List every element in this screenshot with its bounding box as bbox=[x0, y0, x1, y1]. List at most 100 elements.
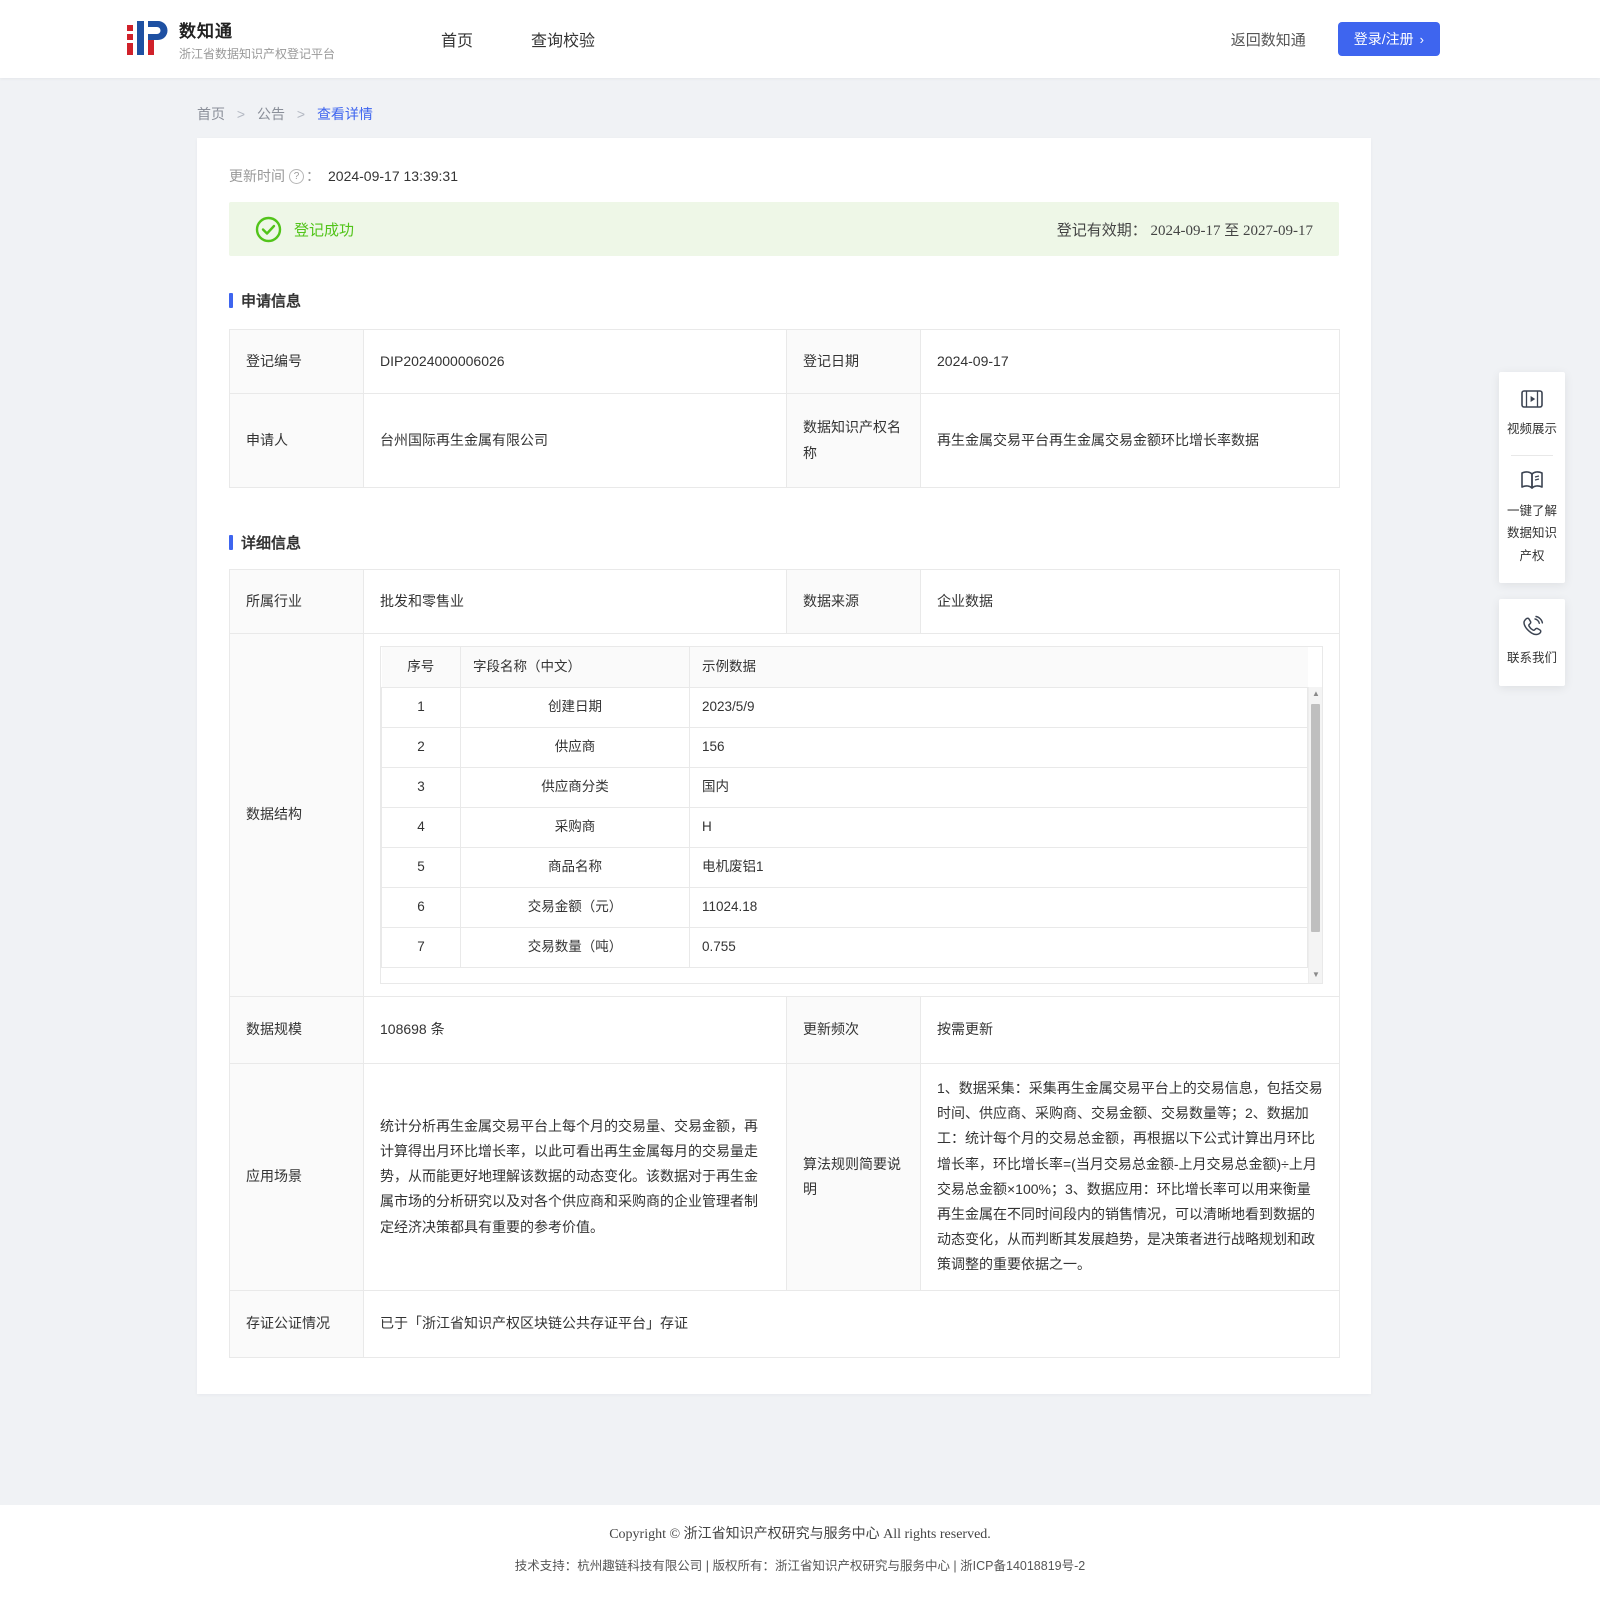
evidence-value: 已于「浙江省知识产权区块链公共存证平台」存证 bbox=[363, 1289, 1340, 1358]
cell-seq: 5 bbox=[381, 846, 461, 888]
industry-value: 批发和零售业 bbox=[363, 569, 787, 634]
update-time-value: 2024-09-17 13:39:31 bbox=[328, 168, 458, 184]
check-circle-icon bbox=[255, 216, 282, 242]
cell-seq: 4 bbox=[381, 806, 461, 848]
breadcrumb-announcements[interactable]: 公告 bbox=[257, 106, 285, 122]
col-sample-header: 示例数据 bbox=[689, 647, 1308, 688]
source-value: 企业数据 bbox=[920, 569, 1340, 634]
cell-field: 采购商 bbox=[460, 806, 690, 848]
chevron-right-icon: › bbox=[1419, 31, 1424, 47]
app-subtitle: 浙江省数据知识产权登记平台 bbox=[179, 46, 336, 61]
algorithm-value: 1、数据采集：采集再生金属交易平台上的交易信息，包括交易时间、供应商、采购商、交… bbox=[920, 1063, 1340, 1291]
book-icon bbox=[1521, 470, 1543, 489]
cell-seq: 6 bbox=[381, 886, 461, 928]
cell-seq: 7 bbox=[381, 926, 461, 968]
question-circle-icon[interactable]: ? bbox=[289, 168, 304, 184]
structure-label: 数据结构 bbox=[229, 633, 364, 997]
table-row: 存证公证情况 已于「浙江省知识产权区块链公共存证平台」存证 bbox=[229, 1289, 1340, 1358]
learn-dip-label: 一键了解数据知识产权 bbox=[1506, 503, 1557, 563]
login-register-button[interactable]: 登录/注册 › bbox=[1337, 22, 1440, 56]
cell-field: 创建日期 bbox=[460, 686, 690, 728]
cell-field: 交易金额（元） bbox=[460, 886, 690, 928]
table-row: 数据结构 序号 字段名称（中文） 示例数据 1 创建日期 2023/5/9 2 … bbox=[229, 633, 1340, 997]
reg-no-value: DIP2024000006026 bbox=[363, 329, 787, 394]
cell-sample: 0.755 bbox=[689, 926, 1308, 968]
update-time-colon: ： bbox=[306, 168, 320, 184]
structure-header-row: 序号 字段名称（中文） 示例数据 bbox=[381, 647, 1308, 688]
scale-label: 数据规模 bbox=[229, 996, 364, 1064]
video-icon bbox=[1521, 390, 1543, 408]
breadcrumb-separator: > bbox=[236, 106, 246, 122]
cell-seq: 2 bbox=[381, 726, 461, 768]
col-field-header: 字段名称（中文） bbox=[460, 647, 690, 688]
contact-us-item[interactable]: 联系我们 bbox=[1499, 599, 1565, 686]
side-card-top: 视频展示 一键了解数据知识产权 bbox=[1499, 372, 1565, 583]
table-row: 应用场景 统计分析再生金属交易平台上每个月的交易量、交易金额，再计算得出月环比增… bbox=[229, 1063, 1340, 1291]
structure-row: 6 交易金额（元） 11024.18 bbox=[381, 886, 1308, 928]
scroll-down-icon[interactable]: ▼ bbox=[1309, 968, 1322, 983]
support-text: 技术支持：杭州趣链科技有限公司 | 版权所有：浙江省知识产权研究与服务中心 | … bbox=[514, 1559, 1086, 1573]
cell-field: 商品名称 bbox=[460, 846, 690, 888]
breadcrumb: 首页 > 公告 > 查看详情 bbox=[197, 104, 1600, 124]
breadcrumb-separator: > bbox=[296, 106, 306, 122]
detail-card: 更新时间 ? ： 2024-09-17 13:39:31 登记成功 登记有效期：… bbox=[197, 138, 1371, 1394]
breadcrumb-current: 查看详情 bbox=[316, 106, 373, 122]
app-title: 数知通 bbox=[179, 21, 233, 41]
registration-success-banner: 登记成功 登记有效期： 2024-09-17 至 2027-09-17 bbox=[229, 202, 1339, 256]
structure-row: 5 商品名称 电机废铝1 bbox=[381, 846, 1308, 888]
cell-field: 供应商 bbox=[460, 726, 690, 768]
table-row: 申请人 台州国际再生金属有限公司 数据知识产权名称 再生金属交易平台再生金属交易… bbox=[229, 393, 1340, 488]
col-seq-header: 序号 bbox=[381, 647, 461, 688]
section-detail-title: 详细信息 bbox=[241, 535, 302, 552]
contact-us-label: 联系我们 bbox=[1506, 651, 1557, 665]
structure-table-wrap: 序号 字段名称（中文） 示例数据 1 创建日期 2023/5/9 2 供应商 1… bbox=[380, 646, 1323, 984]
structure-row: 2 供应商 156 bbox=[381, 726, 1308, 768]
structure-cell: 序号 字段名称（中文） 示例数据 1 创建日期 2023/5/9 2 供应商 1… bbox=[363, 633, 1340, 997]
back-to-shuzhitong-link[interactable]: 返回数知通 bbox=[1231, 29, 1306, 50]
apply-info-table: 登记编号 DIP2024000006026 登记日期 2024-09-17 申请… bbox=[229, 329, 1340, 488]
nav-query-verify[interactable]: 查询校验 bbox=[531, 27, 595, 51]
freq-value: 按需更新 bbox=[920, 996, 1340, 1064]
table-row: 登记编号 DIP2024000006026 登记日期 2024-09-17 bbox=[229, 329, 1340, 394]
industry-label: 所属行业 bbox=[229, 569, 364, 634]
update-time-label: 更新时间 bbox=[229, 168, 285, 184]
detail-info-table: 所属行业 批发和零售业 数据来源 企业数据 数据结构 序号 字段名称（中文） 示… bbox=[229, 569, 1340, 1358]
table-row: 数据规模 108698 条 更新频次 按需更新 bbox=[229, 996, 1340, 1064]
update-time-row: 更新时间 ? ： 2024-09-17 13:39:31 bbox=[229, 166, 1339, 186]
freq-label: 更新频次 bbox=[786, 996, 921, 1064]
dip-name-label: 数据知识产权名称 bbox=[786, 393, 921, 488]
reg-date-value: 2024-09-17 bbox=[920, 329, 1340, 394]
breadcrumb-home[interactable]: 首页 bbox=[197, 106, 225, 122]
algorithm-label: 算法规则简要说明 bbox=[786, 1063, 921, 1291]
divider bbox=[1511, 454, 1553, 456]
reg-date-label: 登记日期 bbox=[786, 329, 921, 394]
side-panel: 视频展示 一键了解数据知识产权 联系我们 bbox=[1499, 372, 1565, 702]
cell-sample: 11024.18 bbox=[689, 886, 1308, 928]
applicant-label: 申请人 bbox=[229, 393, 364, 488]
evidence-label: 存证公证情况 bbox=[229, 1289, 364, 1358]
cell-seq: 3 bbox=[381, 766, 461, 808]
footer: Copyright © 浙江省知识产权研究与服务中心 All rights re… bbox=[0, 1505, 1600, 1600]
table-row: 所属行业 批发和零售业 数据来源 企业数据 bbox=[229, 569, 1340, 634]
scroll-up-icon[interactable]: ▲ bbox=[1309, 687, 1322, 702]
cell-seq: 1 bbox=[381, 686, 461, 728]
scrollbar-thumb[interactable] bbox=[1311, 704, 1320, 932]
cell-sample: 国内 bbox=[689, 766, 1308, 808]
validity-label: 登记有效期： bbox=[1056, 222, 1147, 239]
section-marker bbox=[229, 535, 233, 550]
header: 数知通 浙江省数据知识产权登记平台 首页 查询校验 返回数知通 登录/注册 › bbox=[0, 0, 1600, 78]
nav-home[interactable]: 首页 bbox=[441, 27, 473, 51]
cell-field: 供应商分类 bbox=[460, 766, 690, 808]
learn-dip-item[interactable]: 一键了解数据知识产权 bbox=[1505, 470, 1559, 568]
applicant-value: 台州国际再生金属有限公司 bbox=[363, 393, 787, 488]
logo-icon bbox=[127, 21, 168, 55]
scenario-label: 应用场景 bbox=[229, 1063, 364, 1291]
source-label: 数据来源 bbox=[786, 569, 921, 634]
structure-row: 7 交易数量（吨） 0.755 bbox=[381, 926, 1308, 968]
structure-scrollbar[interactable]: ▲ ▼ bbox=[1308, 687, 1322, 983]
structure-row: 4 采购商 H bbox=[381, 806, 1308, 848]
logo[interactable]: 数知通 浙江省数据知识产权登记平台 bbox=[125, 17, 335, 62]
video-showcase-item[interactable]: 视频展示 bbox=[1505, 388, 1559, 441]
cell-sample: 电机废铝1 bbox=[689, 846, 1308, 888]
scenario-value: 统计分析再生金属交易平台上每个月的交易量、交易金额，再计算得出月环比增长率，以此… bbox=[363, 1063, 787, 1291]
